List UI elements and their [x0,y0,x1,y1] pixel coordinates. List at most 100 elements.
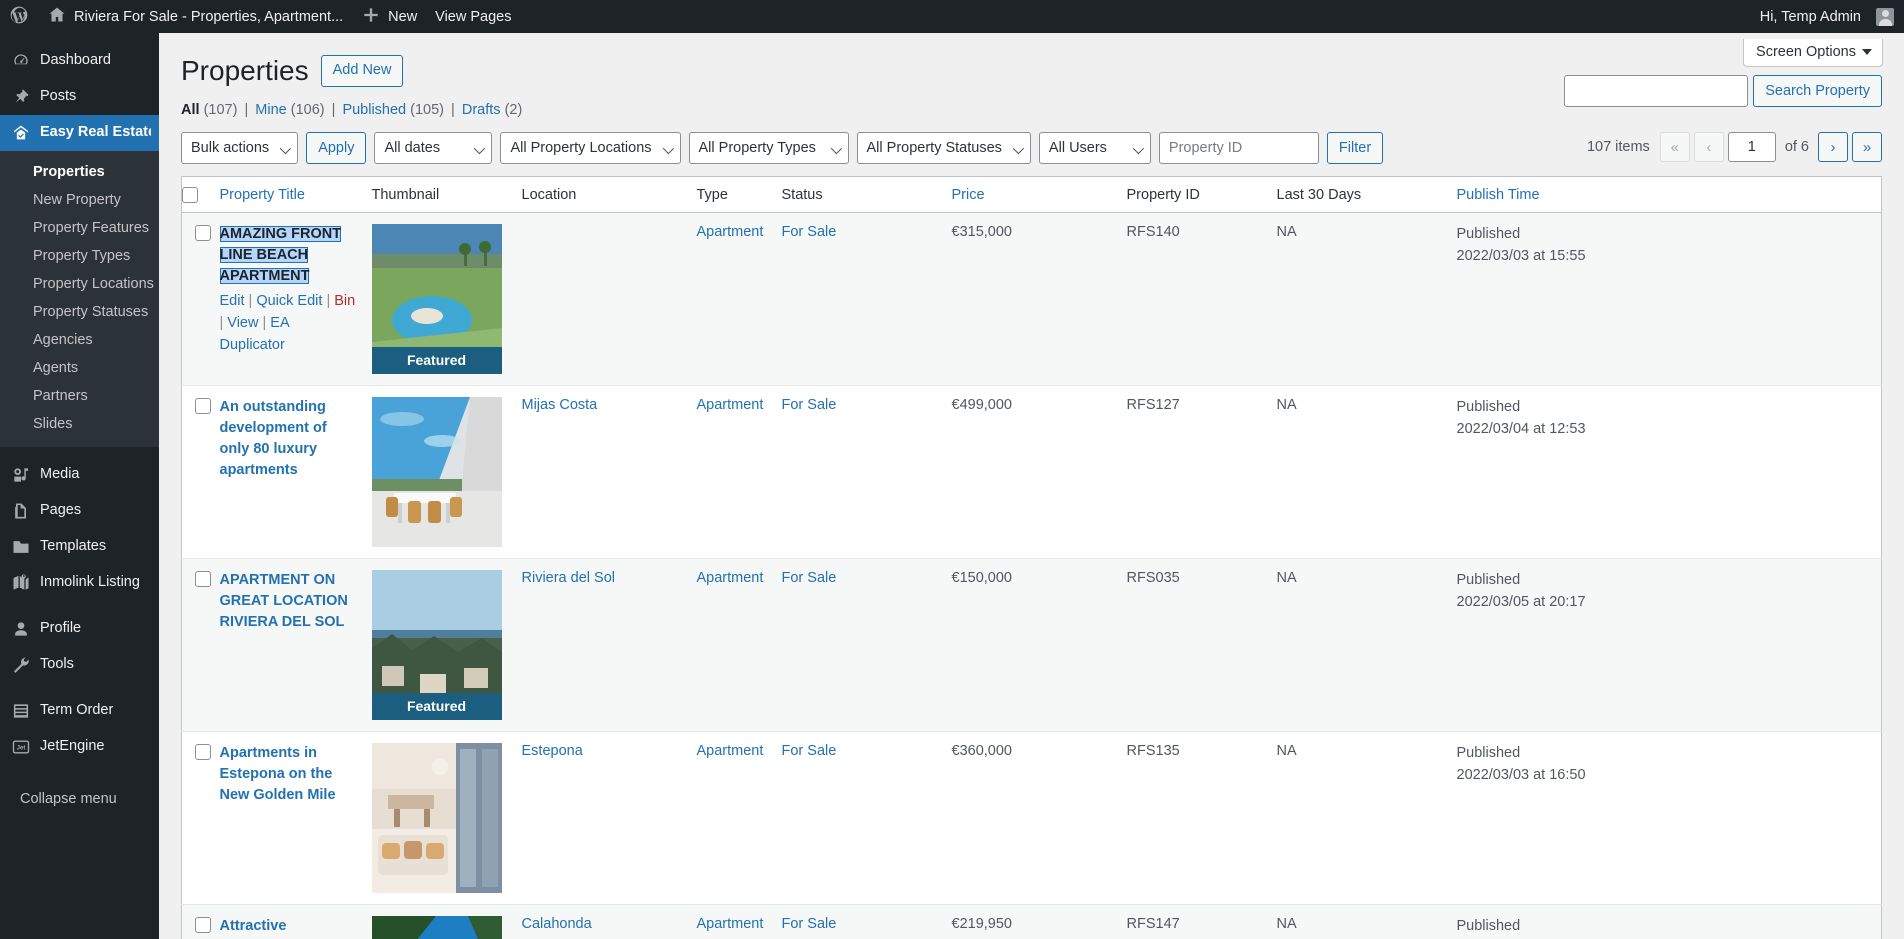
sidebar-item-easy-real-estate[interactable]: Easy Real Estate [0,115,159,151]
status-link[interactable]: For Sale [782,397,837,413]
sidebar-item-term-order[interactable]: Term Order [0,693,159,729]
property-id-input[interactable] [1158,132,1319,165]
row-checkbox[interactable] [195,398,211,415]
status-link[interactable]: For Sale [782,570,837,586]
search-input[interactable] [1564,75,1749,107]
property-title-link[interactable]: Apartments in Estepona on the New Golden… [220,745,336,803]
status-link[interactable]: For Sale [782,224,837,240]
submenu-item-agencies[interactable]: Agencies [0,326,159,354]
view-link-mine[interactable]: Mine [255,102,286,118]
sidebar-item-templates[interactable]: Templates [0,529,159,565]
sort-link-property-title[interactable]: Property Title [220,187,305,203]
current-page-input[interactable]: 1 [1727,132,1776,163]
search-property-button[interactable]: Search Property [1753,75,1882,107]
submenu-item-new-property[interactable]: New Property [0,186,159,214]
publish-date: 2022/03/05 at 20:17 [1456,594,1586,611]
location-filter-select[interactable]: All Property Locations [500,132,681,165]
type-link[interactable]: Apartment [697,570,764,586]
view-link-drafts[interactable]: Drafts [462,102,501,118]
status-link[interactable]: For Sale [782,916,837,932]
property-title-link[interactable]: Attractive apartments for sale in the lo… [220,918,354,939]
location-link[interactable]: Estepona [522,743,583,759]
location-link[interactable]: Calahonda [522,916,592,932]
wordpress-logo-button[interactable] [0,0,38,33]
next-page-button[interactable]: › [1818,132,1848,163]
submenu-item-property-statuses[interactable]: Property Statuses [0,298,159,326]
row-checkbox[interactable] [195,744,211,761]
my-account-menu[interactable]: Hi, Temp Admin [1751,0,1894,33]
sidebar-item-label: Tools [40,656,74,673]
type-link[interactable]: Apartment [697,916,764,932]
thumbnail-wrapper[interactable]: Featured [371,570,502,721]
sidebar-item-dashboard[interactable]: Dashboard [0,43,159,79]
row-status-cell: For Sale [781,558,952,733]
row-action-view[interactable]: View [227,315,258,331]
property-title-link[interactable]: APARTMENT ON GREAT LOCATION RIVIERA DEL … [220,572,348,630]
thumbnail-wrapper[interactable] [371,743,502,894]
select-all-header [181,176,220,214]
row-title-cell: An outstanding development of only 80 lu… [219,385,372,560]
thumbnail-wrapper[interactable] [371,397,502,548]
status-link[interactable]: For Sale [782,743,837,759]
select-all-checkbox[interactable] [182,187,198,204]
type-link[interactable]: Apartment [697,224,764,240]
add-new-button[interactable]: Add New [320,55,404,88]
submenu-item-slides[interactable]: Slides [0,410,159,438]
apply-button[interactable]: Apply [306,132,367,165]
submenu-item-property-features[interactable]: Property Features [0,214,159,242]
type-link[interactable]: Apartment [697,397,764,413]
thumbnail-wrapper[interactable] [371,916,502,939]
submenu-item-partners[interactable]: Partners [0,382,159,410]
type-link[interactable]: Apartment [697,743,764,759]
sort-link-price[interactable]: Price [952,187,985,203]
view-link-all[interactable]: All [181,102,200,118]
row-checkbox[interactable] [195,225,211,242]
sidebar-item-tools[interactable]: Tools [0,647,159,683]
view-count-mine: (106) [290,102,325,119]
sidebar-item-label: Term Order [40,702,114,719]
row-action-quick-edit[interactable]: Quick Edit [256,293,322,309]
date-filter-select[interactable]: All dates [374,132,493,165]
thumbnail-wrapper[interactable]: Featured [371,224,502,375]
submenu-item-property-types[interactable]: Property Types [0,242,159,270]
row-title-cell: Attractive apartments for sale in the lo… [219,904,372,939]
sidebar-item-profile[interactable]: Profile [0,611,159,647]
submenu-item-property-locations[interactable]: Property Locations [0,270,159,298]
submenu-item-properties[interactable]: Properties [0,158,159,186]
last-page-button[interactable]: » [1852,132,1882,163]
row-property-id-cell: RFS135 [1126,731,1277,906]
sidebar-item-pages[interactable]: Pages [0,493,159,529]
new-content-menu[interactable]: New [352,0,426,33]
submenu-item-agents[interactable]: Agents [0,354,159,382]
view-link-published[interactable]: Published [342,102,406,118]
column-header-publish-time[interactable]: Publish Time [1456,176,1882,214]
collapse-menu-button[interactable]: Collapse menu [0,782,159,824]
sidebar-item-posts[interactable]: Posts [0,79,159,115]
view-pages-menu[interactable]: View Pages [426,0,520,33]
row-action-bin[interactable]: Bin [334,293,355,309]
user-filter-select[interactable]: All Users [1038,132,1151,165]
sidebar-item-jetengine[interactable]: Jet JetEngine [0,729,159,765]
page-wrap: Properties Add New All (107) | Mine (106… [159,33,1904,939]
row-location-cell: Calahonda [521,904,697,939]
location-link[interactable]: Riviera del Sol [522,570,616,586]
status-filter-select[interactable]: All Property Statuses [856,132,1031,165]
location-link[interactable]: Mijas Costa [522,397,598,413]
column-header-price[interactable]: Price [951,176,1127,214]
bulk-actions-select[interactable]: Bulk actions [181,132,299,165]
filter-button[interactable]: Filter [1326,132,1384,165]
row-thumbnail-cell: Featured [371,558,522,733]
last-30-days-value: NA [1276,916,1297,933]
column-header-property-title[interactable]: Property Title [219,176,372,214]
property-title-link[interactable]: An outstanding development of only 80 lu… [220,399,327,478]
site-name-menu[interactable]: Riviera For Sale - Properties, Apartment… [38,0,352,33]
type-filter-select[interactable]: All Property Types [688,132,849,165]
row-checkbox[interactable] [195,571,211,588]
sidebar-item-media[interactable]: Media [0,457,159,493]
sort-link-publish-time[interactable]: Publish Time [1457,187,1540,203]
price-value: €499,000 [951,397,1012,414]
property-title-link[interactable]: AMAZING FRONT LINE BEACH APARTMENT [219,226,342,285]
row-action-edit[interactable]: Edit [220,293,245,309]
row-checkbox[interactable] [195,917,211,934]
sidebar-item-inmolink-listing[interactable]: Inmolink Listing [0,565,159,601]
